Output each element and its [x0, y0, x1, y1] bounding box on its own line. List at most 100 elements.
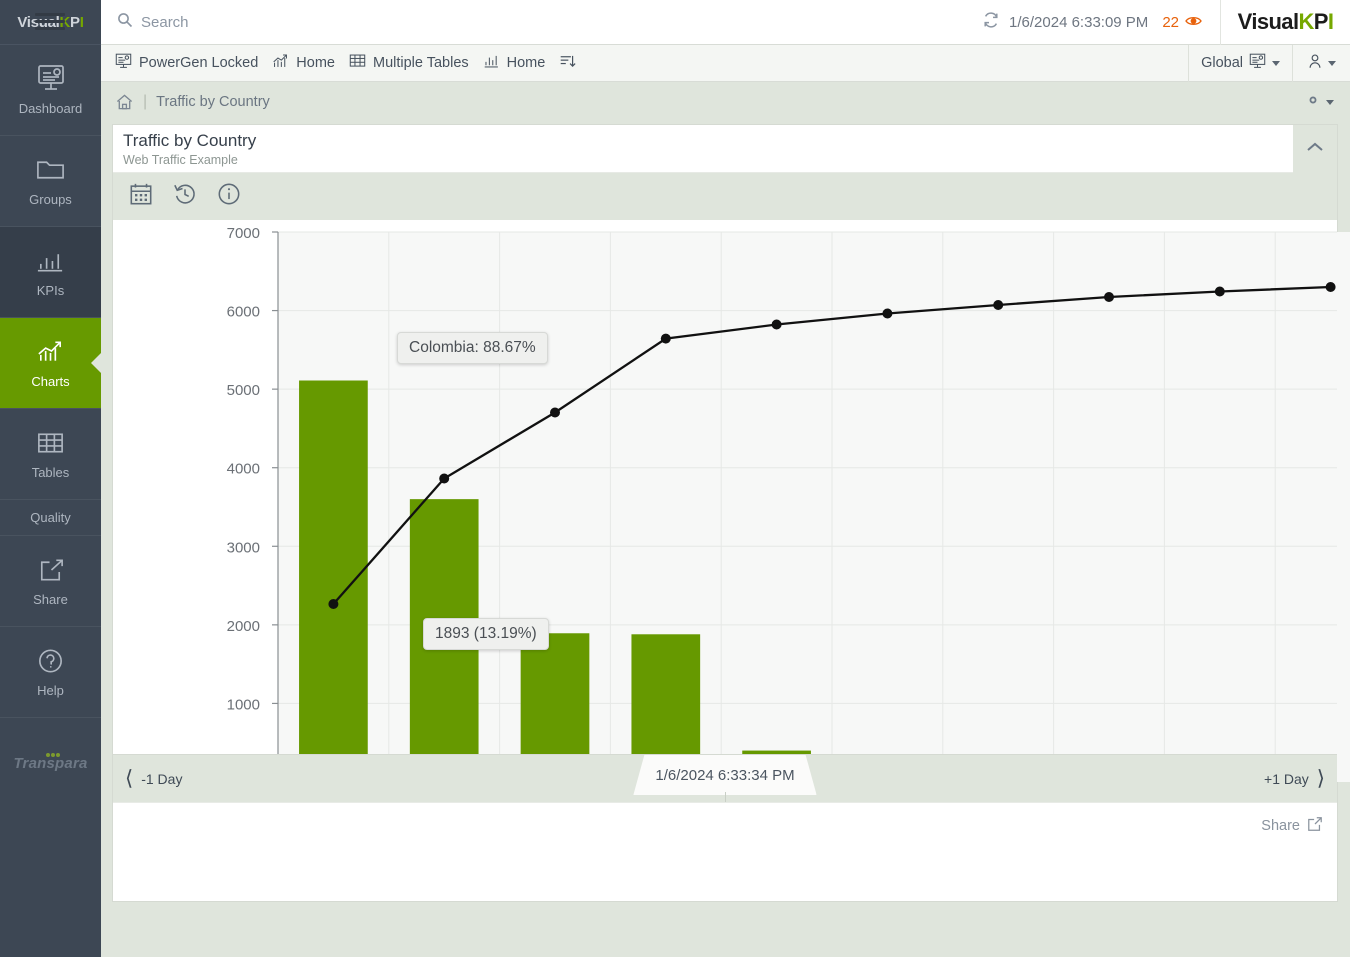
search-input[interactable]: Search	[117, 12, 189, 32]
nav-bar: PowerGen Locked Home Multiple Tables Hom…	[101, 45, 1350, 82]
cumulative-point[interactable]	[993, 300, 1003, 310]
breadcrumb-separator: |	[143, 93, 147, 111]
info-icon[interactable]	[217, 182, 241, 211]
chart-panel: Traffic by Country Web Traffic Example	[112, 124, 1338, 902]
prev-day-label: -1 Day	[141, 771, 182, 787]
brand-part-i: I	[1328, 9, 1334, 34]
cumulative-point[interactable]	[1104, 292, 1114, 302]
sidebar-item-quality[interactable]: Quality	[0, 500, 101, 536]
current-date-label[interactable]: 1/6/2024 6:33:34 PM	[633, 755, 816, 795]
brand-part-visual: Visual	[1238, 9, 1299, 34]
nav-item-label: PowerGen Locked	[139, 55, 258, 71]
question-icon	[34, 646, 68, 676]
logo-part-i: I	[80, 14, 84, 31]
settings-menu[interactable]	[1303, 90, 1334, 115]
search-icon	[117, 12, 133, 32]
user-menu[interactable]	[1292, 45, 1350, 82]
chevron-down-icon	[1326, 100, 1334, 105]
history-icon[interactable]	[173, 182, 197, 211]
refresh-icon[interactable]	[982, 11, 1000, 33]
user-icon	[1307, 53, 1323, 74]
nav-item-label: Home	[296, 55, 335, 71]
cumulative-point[interactable]	[882, 309, 892, 319]
line-chart-icon	[34, 337, 68, 367]
prev-day-button[interactable]: ⟨ -1 Day	[125, 768, 182, 789]
sidebar-item-dashboard[interactable]: Dashboard	[0, 45, 101, 136]
sidebar-item-charts[interactable]: Charts	[0, 318, 101, 409]
cumulative-point[interactable]	[661, 334, 671, 344]
next-day-label: +1 Day	[1264, 771, 1309, 787]
nav-item-home-chart[interactable]: Home	[272, 53, 335, 73]
brand-part-k: K	[1298, 9, 1313, 34]
y-axis-tick-label: 4000	[227, 461, 260, 478]
chart-icon	[272, 53, 289, 73]
calendar-icon[interactable]	[129, 182, 153, 211]
sidebar-item-label: Share	[33, 592, 68, 607]
viewer-count[interactable]: 22	[1162, 14, 1202, 31]
nav-bar-right: Global	[1188, 45, 1350, 82]
cumulative-point[interactable]	[1326, 282, 1336, 292]
y-axis-tick-label: 6000	[227, 304, 260, 321]
sidebar-item-label: Quality	[30, 510, 70, 525]
sidebar-item-label: Charts	[31, 374, 69, 389]
search-placeholder: Search	[141, 14, 189, 31]
chart-bar[interactable]	[299, 381, 368, 783]
global-selector[interactable]: Global	[1188, 45, 1292, 82]
sidebar-item-help[interactable]: Help	[0, 627, 101, 718]
chart-tooltip-value: 1893 (13.19%)	[423, 618, 549, 650]
sidebar: VisualKPI Dashboard Groups KPIs C	[0, 0, 101, 957]
refresh-block[interactable]: 1/6/2024 6:33:09 PM	[982, 11, 1148, 33]
panel-collapse-button[interactable]	[1293, 125, 1337, 173]
y-axis-tick-label: 5000	[227, 382, 260, 399]
global-label: Global	[1201, 55, 1243, 71]
cumulative-point[interactable]	[328, 599, 338, 609]
table-grid-icon	[34, 428, 68, 458]
transpara-logo: Transpara	[0, 718, 101, 808]
cumulative-point[interactable]	[550, 408, 560, 418]
chart-toolbar	[113, 173, 1337, 220]
sidebar-item-label: Help	[37, 683, 64, 698]
next-day-button[interactable]: +1 Day ⟩	[1264, 768, 1325, 789]
y-axis-tick-label: 1000	[227, 696, 260, 713]
kpi-icon	[483, 53, 500, 73]
sidebar-item-label: Groups	[29, 192, 72, 207]
brand-part-p: P	[1314, 9, 1328, 34]
active-caret-icon	[91, 352, 102, 374]
cumulative-point[interactable]	[772, 320, 782, 330]
menu-toggle-icon[interactable]	[24, 13, 76, 30]
nav-item-label: Multiple Tables	[373, 55, 469, 71]
nav-item-home-kpi[interactable]: Home	[483, 53, 546, 73]
top-bar: Search 1/6/2024 6:33:09 PM 22 VisualKPI	[101, 0, 1350, 45]
nav-sort-button[interactable]	[559, 53, 576, 73]
chevron-up-icon	[1304, 140, 1326, 159]
sidebar-item-label: KPIs	[37, 283, 64, 298]
cumulative-point[interactable]	[439, 474, 449, 484]
sidebar-item-kpis[interactable]: KPIs	[0, 227, 101, 318]
tooltip-text: Colombia: 88.67%	[409, 339, 536, 356]
cumulative-point[interactable]	[1215, 287, 1225, 297]
home-icon[interactable]	[115, 93, 134, 111]
page-title: Traffic by Country	[123, 131, 256, 151]
breadcrumb-current: Traffic by Country	[156, 94, 270, 110]
nav-item-powergen-locked[interactable]: PowerGen Locked	[115, 53, 258, 73]
dashboard-icon	[115, 53, 132, 73]
sidebar-item-share[interactable]: Share	[0, 536, 101, 627]
share-icon	[34, 555, 68, 585]
gear-icon	[1303, 90, 1323, 115]
dashboard-icon	[34, 64, 68, 94]
y-axis-tick-label: 7000	[227, 225, 260, 242]
panel-subtitle: Web Traffic Example	[123, 153, 238, 167]
chevron-left-icon: ⟨	[125, 768, 133, 789]
chart-tooltip-cumulative: Colombia: 88.67%	[397, 332, 548, 364]
viewer-count-value: 22	[1162, 14, 1179, 31]
chevron-down-icon	[1328, 61, 1336, 66]
tooltip-text: 1893 (13.19%)	[435, 625, 537, 642]
share-button[interactable]: Share	[1261, 816, 1323, 836]
panel-footer: Share	[113, 802, 1337, 848]
nav-item-multiple-tables[interactable]: Multiple Tables	[349, 53, 469, 73]
sidebar-item-label: Tables	[32, 465, 70, 480]
sidebar-item-groups[interactable]: Groups	[0, 136, 101, 227]
bar-chart-icon	[34, 246, 68, 276]
sidebar-item-tables[interactable]: Tables	[0, 409, 101, 500]
y-axis-tick-label: 3000	[227, 539, 260, 556]
